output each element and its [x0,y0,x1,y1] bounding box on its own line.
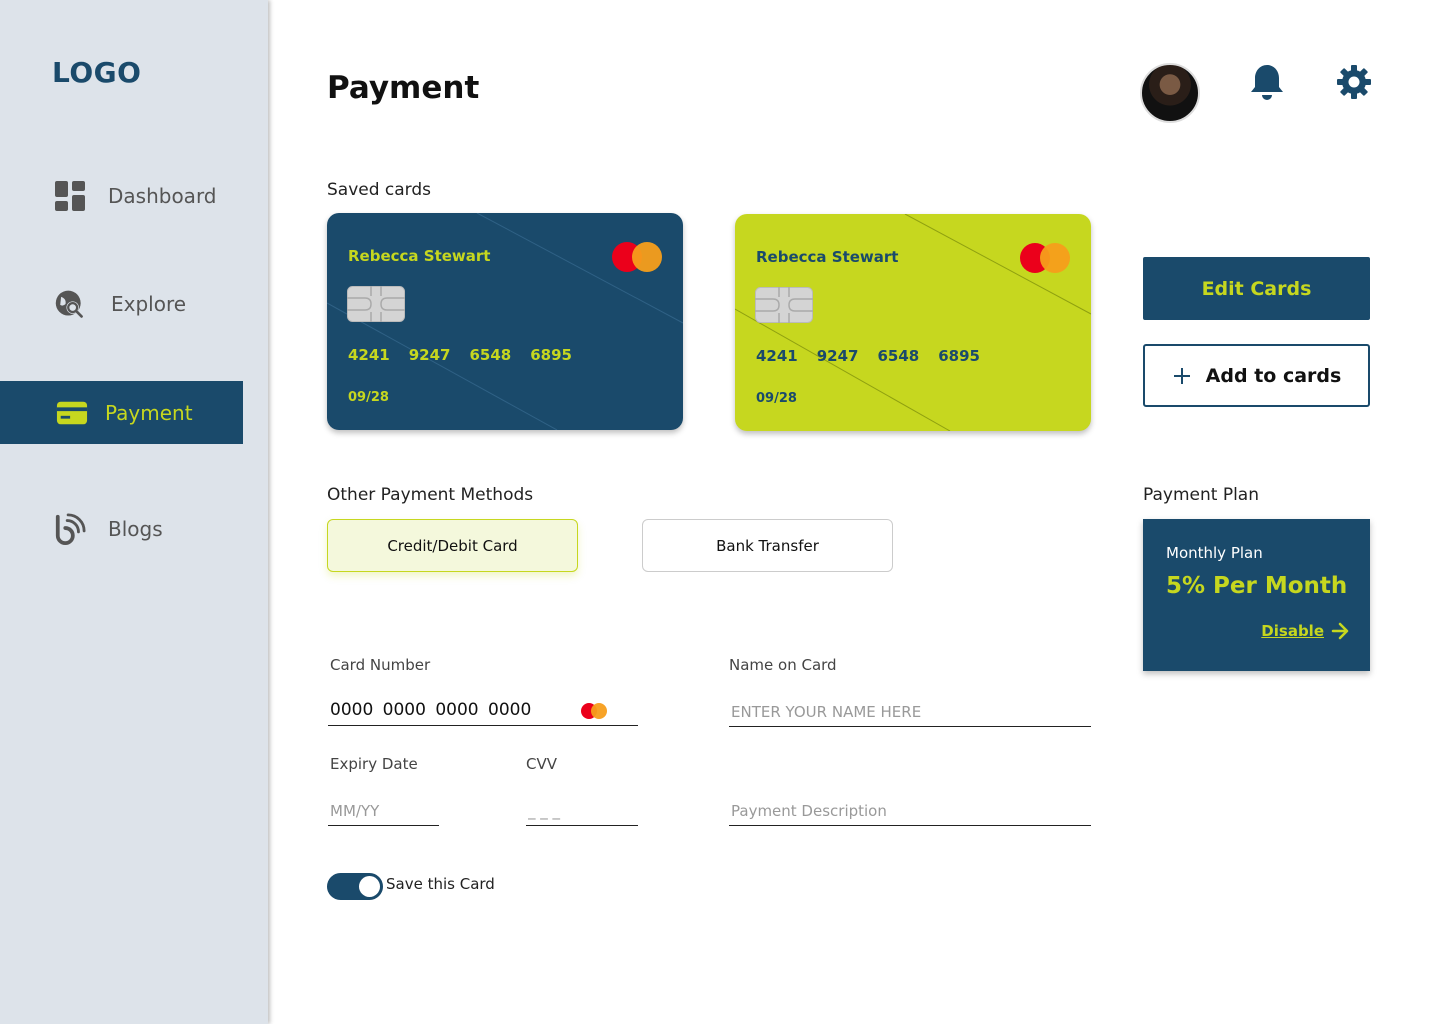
plan-rate: 5% Per Month [1166,573,1348,599]
saved-card[interactable]: Rebecca Stewart 4241 9247 6548 6895 09/2… [735,214,1091,431]
add-to-cards-label: Add to cards [1205,364,1342,387]
payment-card-icon [56,397,88,429]
mastercard-icon [612,242,662,272]
sidebar-item-label: Payment [105,400,193,425]
sidebar-item-blogs[interactable]: Blogs [0,497,243,560]
card-number-group: 9247 [408,346,451,364]
plus-icon [1173,367,1190,384]
page-title: Payment [327,70,480,106]
card-expiry: 09/28 [348,390,389,405]
card-number-value: 0000 0000 0000 0000 [330,700,532,720]
card-number: 4241 9247 6548 6895 [756,347,980,365]
plan-name: Monthly Plan [1166,544,1263,562]
main-content: Payment Saved cards Rebecca Stewart 4241… [268,0,1440,1024]
save-card-toggle[interactable] [327,873,383,900]
dashboard-icon [54,180,86,212]
card-chip-icon [755,287,813,323]
card-holder-name: Rebecca Stewart [756,248,899,266]
sidebar-item-label: Explore [111,291,187,316]
expiry-date-label: Expiry Date [330,755,418,773]
card-number-group: 6895 [530,346,572,364]
card-number-group: 9247 [816,347,859,365]
save-card-label: Save this Card [386,875,495,893]
payment-description-field[interactable] [729,796,1091,826]
arrow-right-icon [1331,622,1349,640]
cvv-field[interactable] [526,796,638,826]
sidebar-item-payment[interactable]: Payment [0,381,243,444]
explore-icon [54,288,86,320]
card-expiry: 09/28 [756,391,797,406]
payment-plan-card: Monthly Plan 5% Per Month Disable [1143,519,1370,671]
mastercard-icon [581,703,607,719]
edit-cards-button[interactable]: Edit Cards [1143,257,1370,320]
cvv-input[interactable] [526,796,638,825]
card-number-group: 4241 [756,347,798,365]
expiry-date-input[interactable] [328,796,439,825]
mastercard-icon [1020,243,1070,273]
add-to-cards-button[interactable]: Add to cards [1143,344,1370,407]
sidebar-item-explore[interactable]: Explore [0,272,243,335]
card-number-group: 6548 [877,347,920,365]
card-chip-icon [347,286,405,322]
sidebar: LOGO Dashboard Explore Payment Blogs [0,0,268,1024]
sidebar-item-label: Dashboard [108,183,217,208]
disable-label: Disable [1261,622,1324,640]
name-on-card-field[interactable] [729,697,1091,727]
card-number-group: 6895 [938,347,980,365]
sidebar-item-dashboard[interactable]: Dashboard [0,164,243,227]
tab-bank-transfer[interactable]: Bank Transfer [642,519,893,572]
card-number-label: Card Number [330,656,431,674]
card-number-group: 6548 [469,346,512,364]
logo: LOGO [52,56,142,89]
tab-credit-debit-card[interactable]: Credit/Debit Card [327,519,578,572]
sidebar-item-label: Blogs [108,516,163,541]
expiry-date-field[interactable] [328,796,439,826]
name-on-card-label: Name on Card [729,656,837,674]
other-payment-methods-label: Other Payment Methods [327,485,534,505]
name-on-card-input[interactable] [729,697,1091,726]
saved-cards-label: Saved cards [327,180,432,200]
disable-plan-link[interactable]: Disable [1261,621,1350,641]
gear-icon[interactable] [1334,62,1374,102]
toggle-knob [359,876,380,897]
cvv-label: CVV [526,755,557,773]
card-holder-name: Rebecca Stewart [348,247,491,265]
payment-description-input[interactable] [729,796,1091,825]
avatar[interactable] [1140,63,1200,123]
payment-plan-label: Payment Plan [1143,485,1259,505]
saved-card[interactable]: Rebecca Stewart 4241 9247 6548 6895 09/2… [327,213,683,430]
card-number: 4241 9247 6548 6895 [348,346,572,364]
blogs-icon [54,512,86,545]
card-number-field[interactable]: 0000 0000 0000 0000 [328,696,638,726]
card-number-group: 4241 [348,346,390,364]
bell-icon[interactable] [1247,62,1287,102]
